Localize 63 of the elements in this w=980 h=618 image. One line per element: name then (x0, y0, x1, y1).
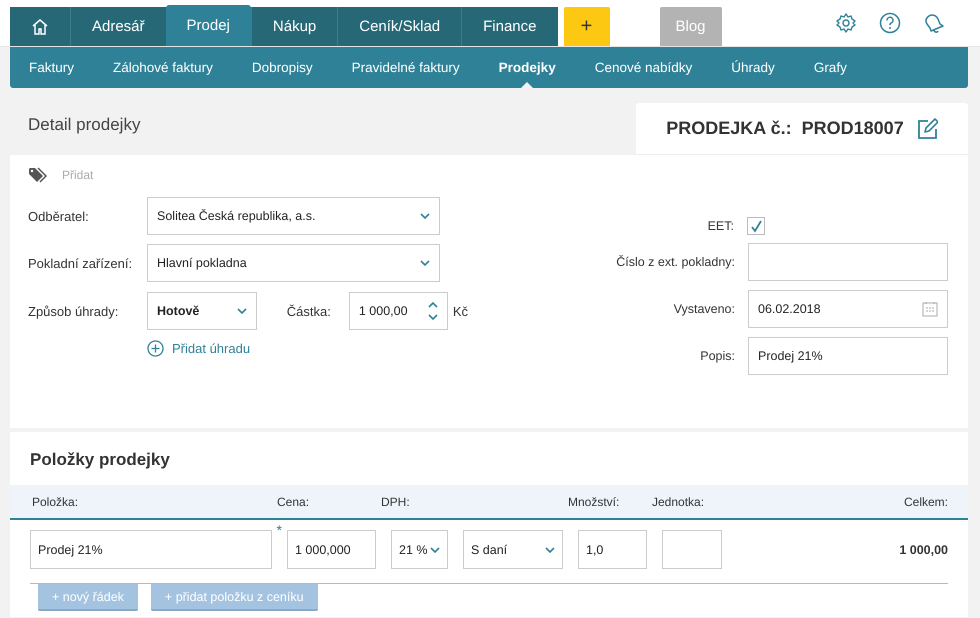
field-label: Částka: (286, 304, 331, 318)
bell-icon[interactable] (923, 12, 945, 34)
field-label: EET: (708, 219, 734, 233)
edit-icon[interactable] (916, 118, 938, 140)
input-field[interactable]: Prodej 21% (30, 530, 272, 569)
dropdown-field[interactable]: Solitea Česká republika, a.s. (147, 197, 440, 235)
column-header: Celkem: (904, 494, 948, 508)
checkbox[interactable] (747, 217, 765, 235)
input-field[interactable] (748, 243, 948, 281)
input-field[interactable]: Prodej 21% (748, 337, 948, 375)
column-header: Jednotka: (652, 494, 704, 508)
plus-circle-icon (147, 340, 164, 357)
column-header: Položka: (32, 494, 78, 508)
help-icon[interactable] (879, 12, 901, 34)
required-mark: * (276, 522, 282, 538)
sub-nav-tab[interactable]: Úhrady (720, 47, 786, 88)
field-label: Způsob úhrady: (28, 304, 120, 318)
tags-icon (28, 167, 48, 183)
number-field[interactable]: 1 000,00 (348, 292, 448, 330)
page-title: Detail prodejky (27, 115, 140, 136)
currency-label: Kč (452, 304, 468, 318)
sub-nav-tab[interactable]: Zálohové faktury (102, 47, 224, 88)
add-payment-link[interactable]: Přidat úhradu (147, 340, 468, 357)
column-header: DPH: (381, 494, 410, 508)
sub-nav-tab[interactable]: Prodejky (488, 47, 567, 88)
input-field[interactable]: 1 000,000 (287, 530, 376, 569)
add-button[interactable]: + (564, 7, 610, 46)
spinner-icon (428, 301, 438, 321)
input-field[interactable] (662, 530, 722, 569)
field-label: Odběratel: (28, 208, 90, 224)
section-title: Položky prodejky (29, 449, 171, 471)
chevron-down-icon (236, 308, 247, 314)
field-label: Číslo z ext. pokladny: (616, 255, 735, 269)
date-field[interactable]: 06.02.2018 (748, 290, 948, 328)
nav-tab[interactable]: Ceník/Sklad (337, 7, 462, 46)
column-header: Množství: (568, 494, 620, 508)
sub-nav-tab[interactable]: Cenové nabídky (584, 47, 704, 88)
field-label: Vystaveno: (674, 302, 735, 316)
calendar-icon (922, 301, 938, 317)
sub-nav-tab[interactable]: Faktury (18, 47, 86, 88)
nav-tab[interactable]: Finance (461, 7, 558, 46)
field-label: Popis: (700, 349, 735, 363)
chevron-down-icon (420, 213, 430, 219)
chevron-down-icon (545, 546, 555, 552)
document-number: PROD18007 (802, 118, 904, 139)
sub-nav-tab[interactable]: Pravidelné faktury (340, 47, 471, 88)
row-total: 1 000,00 (899, 543, 948, 557)
chevron-down-icon (420, 260, 430, 266)
nav-tab[interactable]: Prodej (166, 5, 251, 46)
document-label: PRODEJKA č.: (666, 118, 792, 139)
dropdown-field[interactable]: 21 % (391, 530, 448, 569)
dropdown-field[interactable]: Hlavní pokladna (147, 244, 440, 282)
input-field[interactable]: 1,0 (578, 530, 647, 569)
field-label: Pokladní zařízení: (28, 256, 134, 270)
dropdown-field[interactable]: Hotově (147, 292, 257, 330)
nav-tab[interactable]: Nákup (250, 7, 338, 46)
settings-icon[interactable] (835, 12, 857, 34)
column-header: Cena: (277, 494, 310, 508)
home-icon (31, 18, 49, 35)
sub-nav-tab[interactable]: Dobropisy (240, 47, 324, 88)
chevron-down-icon (430, 546, 440, 552)
sub-nav-tab[interactable]: Grafy (802, 47, 858, 88)
dropdown-field[interactable]: S daní (463, 530, 563, 569)
